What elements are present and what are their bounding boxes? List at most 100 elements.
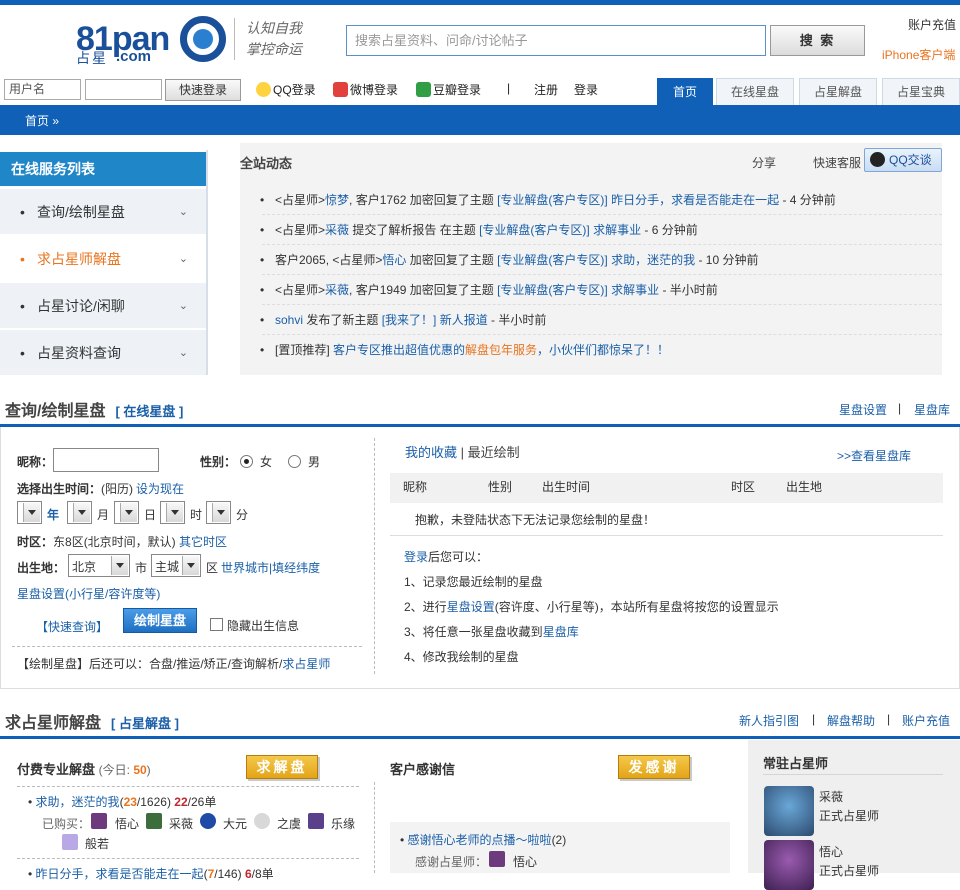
city-suffix: 市 [135, 561, 148, 575]
request-topic-link[interactable]: 求助，迷茫的我 [36, 795, 120, 809]
logo-domain: .com [116, 48, 152, 65]
service-item-resources[interactable]: 占星资料查询⌄ [0, 330, 206, 376]
district-select[interactable]: 主城 [151, 554, 201, 577]
astrologer-link[interactable]: 般若 [85, 835, 109, 852]
qq-login-link[interactable]: QQ登录 [256, 81, 316, 98]
promo-highlight-link[interactable]: 解盘包年服务 [465, 343, 537, 357]
recent-charts-tab[interactable]: 最近绘制 [468, 445, 520, 460]
weibo-login-link[interactable]: 微博登录 [333, 81, 398, 98]
user-link[interactable]: 采薇 [325, 223, 349, 237]
nickname-input[interactable] [53, 448, 159, 472]
chart-library-link[interactable]: 星盘库 [543, 625, 579, 639]
topic-link[interactable]: 求解事业 [611, 283, 659, 297]
my-favorites-tab[interactable]: 我的收藏 [405, 445, 457, 460]
online-chart-link[interactable]: [ 在线星盘 ] [115, 404, 183, 419]
quick-query-link[interactable]: 【快速查询】 [36, 618, 108, 635]
forum-link[interactable]: [专业解盘(客户专区)] [479, 223, 590, 237]
chart-settings-link[interactable]: 星盘设置(小行星/容许度等) [17, 585, 160, 602]
recharge-link[interactable]: 账户充值 [908, 16, 956, 33]
douban-login-link[interactable]: 豆瓣登录 [416, 81, 481, 98]
promo-link[interactable]: 客户专区推出超值优惠的 [333, 343, 465, 357]
astrologer-link[interactable]: 悟心 [513, 853, 537, 870]
search-input[interactable]: 搜索占星资料、问命/讨论帖子 [346, 25, 766, 56]
forum-link[interactable]: [专业解盘(客户专区)] [497, 253, 608, 267]
user-link[interactable]: 悟心 [382, 253, 406, 267]
topic-link[interactable]: 新人报道 [440, 313, 488, 327]
request-topic-link[interactable]: 昨日分手，求看是否能走在一起 [36, 867, 204, 881]
day-select[interactable] [114, 501, 139, 524]
female-radio[interactable] [240, 455, 253, 468]
user-link[interactable]: sohvi [275, 313, 303, 327]
service-item-query-chart[interactable]: 查询/绘制星盘⌄ [0, 189, 206, 235]
breadcrumb[interactable]: 首页 » [25, 112, 59, 129]
minute-select[interactable] [206, 501, 231, 524]
year-select[interactable] [17, 501, 42, 524]
other-timezone-link[interactable]: 其它时区 [179, 535, 227, 549]
astrologer-link[interactable]: 采薇 [169, 815, 193, 832]
province-select[interactable]: 北京 [68, 554, 130, 577]
view-library-link[interactable]: >>查看星盘库 [837, 447, 911, 464]
astrologer-avatar[interactable] [308, 813, 324, 829]
user-link[interactable]: 惊梦 [325, 193, 349, 207]
astrologer-name-link[interactable]: 采薇 [819, 788, 843, 805]
promo-tail-link[interactable]: ，小伙伴们都惊呆了！！ [537, 343, 669, 357]
astrologer-avatar[interactable] [254, 813, 270, 829]
astrologer-photo[interactable] [764, 786, 814, 836]
topic-link[interactable]: 求助，迷茫的我 [611, 253, 695, 267]
chart-settings-link[interactable]: 星盘设置 [447, 600, 495, 614]
chart-settings-link[interactable]: 星盘设置 [839, 401, 887, 418]
astrologer-link[interactable]: 悟心 [115, 815, 139, 832]
ask-astrologer-link[interactable]: 求占星师 [282, 657, 330, 671]
hour-select[interactable] [160, 501, 185, 524]
astrologer-avatar[interactable] [489, 851, 505, 867]
tab-reading[interactable]: 占星解盘 [799, 78, 877, 105]
newbie-guide-link[interactable]: 新人指引图 [739, 712, 799, 729]
thanks-letter-link[interactable]: 感谢悟心老师的点播～啦啦 [408, 833, 552, 847]
astrologer-link[interactable]: 大元 [223, 815, 247, 832]
topic-link[interactable]: 昨日分手，求看是否能走在一起 [611, 193, 779, 207]
astrologer-link[interactable]: 之虞 [277, 815, 301, 832]
male-radio[interactable] [288, 455, 301, 468]
request-reading-button[interactable]: 求解盘 [246, 755, 318, 779]
search-button[interactable]: 搜 索 [770, 25, 865, 56]
month-select[interactable] [67, 501, 92, 524]
username-input[interactable]: 用户名 [4, 79, 81, 100]
topic-link[interactable]: 求解事业 [593, 223, 641, 237]
service-item-request-reading[interactable]: 求占星师解盘⌄ [0, 236, 206, 282]
astrologer-avatar[interactable] [91, 813, 107, 829]
tab-home[interactable]: 首页 [657, 78, 713, 105]
login-link[interactable]: 登录 [574, 81, 598, 98]
tab-encyclopedia[interactable]: 占星宝典 [882, 78, 960, 105]
world-city-link[interactable]: 世界城市|填经纬度 [221, 559, 320, 576]
quick-service-label: 快速客服 [813, 156, 862, 170]
forum-link[interactable]: [专业解盘(客户专区)] [497, 193, 608, 207]
user-link[interactable]: 采薇 [325, 283, 349, 297]
chart-library-link[interactable]: 星盘库 [914, 401, 950, 418]
send-thanks-button[interactable]: 发感谢 [618, 755, 690, 779]
password-input[interactable] [85, 79, 162, 100]
reading-help-link[interactable]: 解盘帮助 [827, 712, 875, 729]
tab-online-chart[interactable]: 在线星盘 [716, 78, 794, 105]
astrologer-role: 正式占星师 [819, 809, 880, 823]
reading-link[interactable]: [ 占星解盘 ] [111, 716, 179, 731]
recharge-link[interactable]: 账户充值 [902, 712, 950, 729]
astrologer-photo[interactable] [764, 840, 814, 890]
share-link[interactable]: 分享 [752, 154, 776, 171]
qq-chat-button[interactable]: QQ交谈 [864, 148, 942, 172]
forum-link[interactable]: [我来了！] [382, 313, 437, 327]
service-item-discussion[interactable]: 占星讨论/闲聊⌄ [0, 283, 206, 329]
astrologer-avatar[interactable] [200, 813, 216, 829]
draw-chart-button[interactable]: 绘制星盘 [123, 608, 197, 633]
astrologer-avatar[interactable] [146, 813, 162, 829]
hide-birth-checkbox[interactable] [210, 618, 223, 631]
login-link[interactable]: 登录 [404, 550, 428, 564]
astrologer-name-link[interactable]: 悟心 [819, 843, 843, 860]
forum-link[interactable]: [专业解盘(客户专区)] [497, 283, 608, 297]
set-now-link[interactable]: 设为现在 [136, 482, 184, 496]
astrologer-avatar[interactable] [62, 834, 78, 850]
site-logo[interactable]: 81pan 占星 .com [76, 14, 236, 66]
astrologer-link[interactable]: 乐缘 [331, 815, 355, 832]
quick-login-button[interactable]: 快速登录 [165, 79, 241, 101]
register-link[interactable]: 注册 [534, 81, 558, 98]
iphone-client-link[interactable]: iPhone客户端 [882, 46, 955, 63]
